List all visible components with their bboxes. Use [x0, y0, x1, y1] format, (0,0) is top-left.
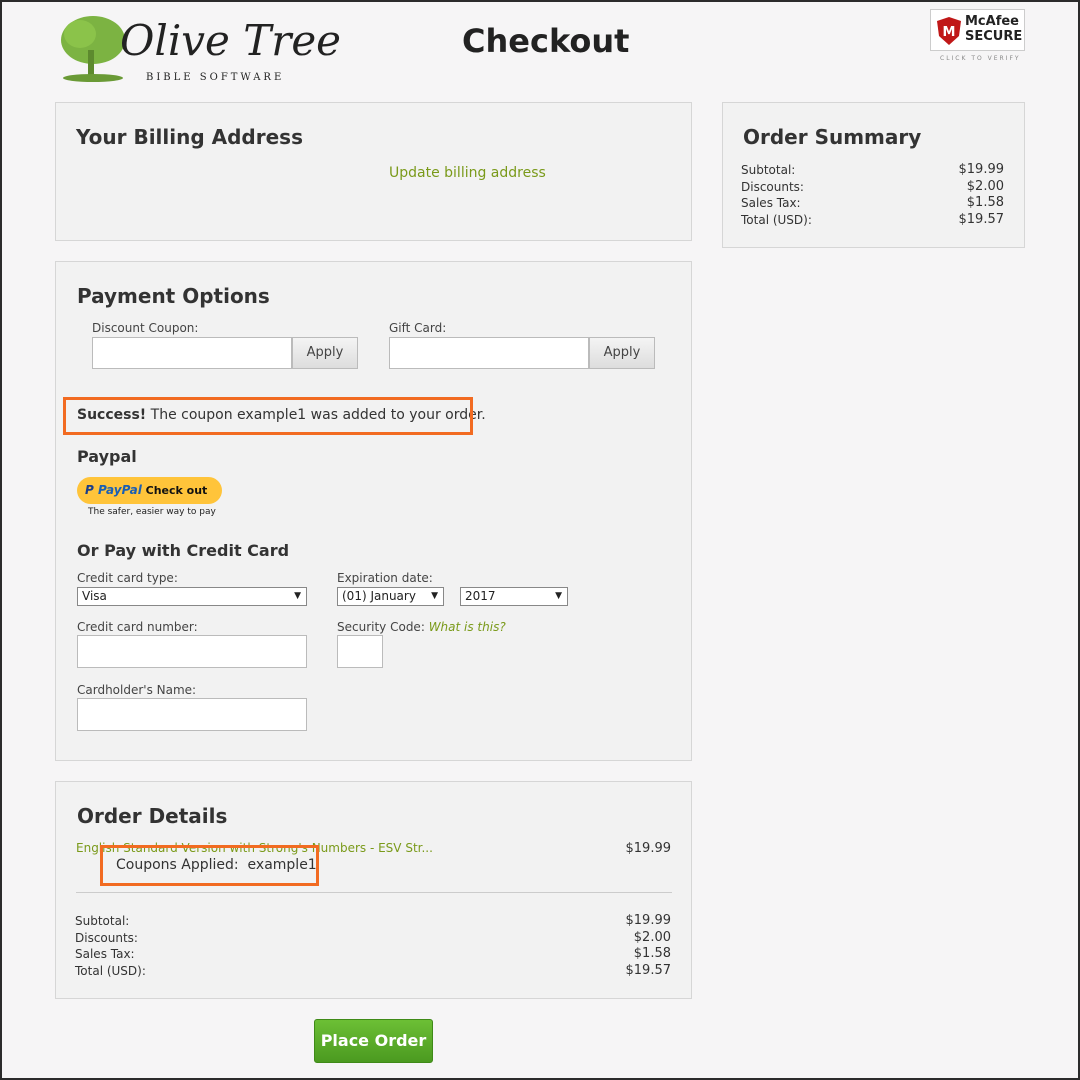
coupons-highlight: [100, 845, 319, 886]
logo-subtext: BIBLE SOFTWARE: [146, 72, 285, 83]
total-row-value: $19.99: [625, 913, 672, 928]
security-label-text: Security Code:: [337, 620, 425, 634]
total-row-value: $2.00: [966, 178, 1004, 194]
total-row-label: Discounts:: [75, 930, 138, 945]
tree-icon: [61, 16, 125, 82]
exp-year-select[interactable]: 2017 ▼: [460, 587, 568, 606]
total-row-label: Sales Tax:: [741, 196, 801, 210]
coupon-input[interactable]: [92, 337, 292, 369]
total-row-label: Total (USD):: [741, 212, 812, 227]
chevron-down-icon: ▼: [294, 591, 301, 601]
olive-tree-logo[interactable]: Olive Tree BIBLE SOFTWARE: [58, 10, 341, 86]
badge-verify: CLICK TO VERIFY: [940, 55, 1021, 62]
total-row-value: $19.57: [958, 211, 1005, 227]
total-row-value: $2.00: [633, 929, 671, 945]
paypal-tagline: The safer, easier way to pay: [88, 507, 216, 517]
security-code-input[interactable]: [337, 635, 383, 668]
cardholder-label: Cardholder's Name:: [77, 683, 197, 697]
chevron-down-icon: ▼: [431, 591, 438, 601]
summary-title: Order Summary: [743, 125, 922, 149]
billing-panel: Your Billing Address Update billing addr…: [55, 102, 692, 241]
paypal-checkout-button[interactable]: P PayPal Check out: [77, 477, 222, 504]
cc-type-label: Credit card type:: [77, 571, 178, 585]
giftcard-label: Gift Card:: [389, 321, 447, 335]
chevron-down-icon: ▼: [555, 591, 562, 601]
update-billing-link[interactable]: Update billing address: [389, 165, 546, 181]
page-title: Checkout: [462, 22, 630, 60]
badge-secure: SECURE: [965, 29, 1023, 44]
svg-text:M: M: [943, 25, 956, 40]
total-row-label: Total (USD):: [75, 963, 146, 978]
paypal-brand: PayPal: [97, 483, 142, 497]
cc-number-label: Credit card number:: [77, 620, 198, 634]
exp-month-value: (01) January: [342, 589, 416, 603]
giftcard-input[interactable]: [389, 337, 589, 369]
badge-brand: McAfee: [965, 14, 1019, 29]
security-label: Security Code: What is this?: [337, 620, 506, 634]
success-highlight: [63, 397, 473, 435]
exp-year-value: 2017: [465, 589, 496, 603]
cc-type-value: Visa: [82, 589, 107, 603]
coupon-label: Discount Coupon:: [92, 321, 199, 335]
security-help-link[interactable]: What is this?: [429, 620, 506, 634]
order-details-title: Order Details: [77, 804, 228, 828]
total-row-label: Discounts:: [741, 179, 804, 194]
total-row-label: Subtotal:: [741, 163, 796, 177]
paypal-icon: P: [85, 483, 98, 497]
mcafee-secure-badge[interactable]: M McAfee SECURE CLICK TO VERIFY: [930, 9, 1026, 65]
order-summary-panel: Order Summary Subtotal: $19.99 Discounts: $…: [722, 102, 1025, 248]
order-details-panel: Order Details English Standard Version w…: [55, 781, 692, 999]
payment-panel: Payment Options Discount Coupon: Apply G…: [55, 261, 692, 761]
exp-month-select[interactable]: (01) January ▼: [337, 587, 444, 606]
total-row-value: $1.58: [966, 195, 1004, 210]
shield-icon: M: [937, 17, 961, 45]
exp-label: Expiration date:: [337, 571, 433, 585]
total-row-value: $19.57: [625, 962, 672, 978]
apply-coupon-button[interactable]: Apply: [292, 337, 358, 369]
paypal-title: Paypal: [77, 447, 137, 466]
total-row-label: Subtotal:: [75, 914, 130, 928]
divider: [76, 892, 672, 893]
apply-giftcard-button[interactable]: Apply: [589, 337, 655, 369]
payment-title: Payment Options: [77, 284, 270, 308]
total-row-value: $1.58: [633, 946, 671, 961]
page: Olive Tree BIBLE SOFTWARE Checkout M McA…: [2, 2, 1078, 1078]
billing-title: Your Billing Address: [76, 125, 303, 149]
cc-title: Or Pay with Credit Card: [77, 541, 290, 560]
total-row-label: Sales Tax:: [75, 947, 135, 961]
cc-number-input[interactable]: [77, 635, 307, 668]
cardholder-input[interactable]: [77, 698, 307, 731]
logo-text: Olive Tree: [120, 16, 342, 65]
cc-type-select[interactable]: Visa ▼: [77, 587, 307, 606]
item-price: $19.99: [625, 841, 672, 856]
total-row-value: $19.99: [958, 162, 1005, 177]
place-order-button[interactable]: Place Order: [314, 1019, 433, 1063]
paypal-checkout-label: Check out: [145, 484, 208, 497]
